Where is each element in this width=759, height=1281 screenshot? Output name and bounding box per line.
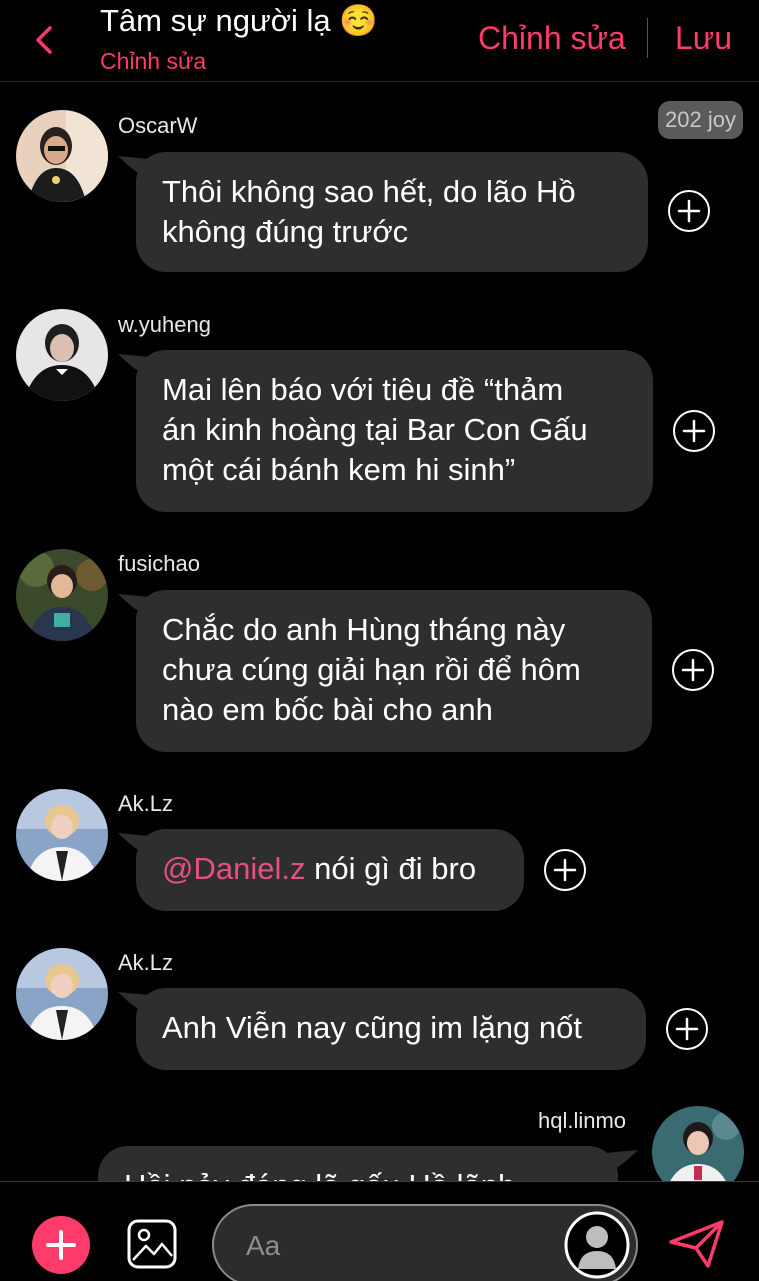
plus-circle-icon[interactable] xyxy=(667,189,711,233)
message-line: không đúng trước xyxy=(162,214,409,249)
header: Tâm sự người lạ ☺️ Chỉnh sửa Chỉnh sửa L… xyxy=(0,0,759,82)
header-divider xyxy=(647,18,648,58)
avatar-fusichao[interactable] xyxy=(16,549,108,641)
message-text: nói gì đi bro xyxy=(305,851,477,886)
plus-icon xyxy=(46,1230,76,1260)
avatar-aklz[interactable] xyxy=(16,948,108,1040)
save-button[interactable]: Lưu xyxy=(675,20,732,57)
message-line: án kinh hoàng tại Bar Con Gấu xyxy=(162,412,588,447)
message-line: Mai lên báo với tiêu đề “thảm xyxy=(162,372,564,407)
plus-circle-icon[interactable] xyxy=(665,1007,709,1051)
user-mention[interactable]: @Daniel.z xyxy=(162,851,305,886)
username-wyuheng: w.yuheng xyxy=(118,312,211,337)
message-line: Thôi không sao hết, do lão Hồ xyxy=(162,174,576,209)
avatar-wyuheng[interactable] xyxy=(16,309,108,401)
send-icon[interactable] xyxy=(668,1218,726,1270)
image-icon[interactable] xyxy=(126,1218,178,1270)
message-input[interactable]: Aa xyxy=(212,1204,638,1281)
message-line: Anh Viễn nay cũng im lặng nốt xyxy=(162,1010,582,1045)
message-line: nào em bốc bài cho anh xyxy=(162,692,493,727)
plus-circle-icon[interactable] xyxy=(672,409,716,453)
message-bubble[interactable]: Mai lên báo với tiêu đề “thảm án kinh ho… xyxy=(136,350,653,512)
username-aklz: Ak.Lz xyxy=(118,791,174,816)
message-line: Chắc do anh Hùng tháng này xyxy=(162,612,566,647)
chat-title: Tâm sự người lạ ☺️ xyxy=(100,3,378,38)
chat-subtitle-edit[interactable]: Chỉnh sửa xyxy=(100,48,206,75)
edit-button[interactable]: Chỉnh sửa xyxy=(478,20,626,57)
username-aklz: Ak.Lz xyxy=(118,950,174,975)
chevron-left-icon[interactable] xyxy=(28,20,62,60)
composer-bar: Aa xyxy=(0,1181,759,1281)
message-line: chưa cúng giải hạn rồi để hôm xyxy=(162,652,581,687)
message-bubble[interactable]: @Daniel.z nói gì đi bro xyxy=(136,829,524,911)
message-bubble[interactable]: Chắc do anh Hùng tháng này chưa cúng giả… xyxy=(136,590,652,752)
message-line: một cái bánh kem hi sinh” xyxy=(162,452,516,487)
username-hqllinmo: hql.linmo xyxy=(538,1108,627,1133)
plus-circle-icon[interactable] xyxy=(671,648,715,692)
person-icon[interactable] xyxy=(564,1211,630,1279)
username-oscarw: OscarW xyxy=(118,113,198,138)
message-input-placeholder: Aa xyxy=(246,1230,281,1261)
joy-badge: 202 joy xyxy=(658,101,743,139)
add-button[interactable] xyxy=(32,1216,90,1274)
plus-circle-icon[interactable] xyxy=(543,848,587,892)
avatar-oscarw[interactable] xyxy=(16,110,108,202)
avatar-aklz[interactable] xyxy=(16,789,108,881)
username-fusichao: fusichao xyxy=(118,551,200,576)
message-bubble[interactable]: Thôi không sao hết, do lão Hồ không đúng… xyxy=(136,152,648,272)
message-bubble[interactable]: Anh Viễn nay cũng im lặng nốt xyxy=(136,988,646,1070)
